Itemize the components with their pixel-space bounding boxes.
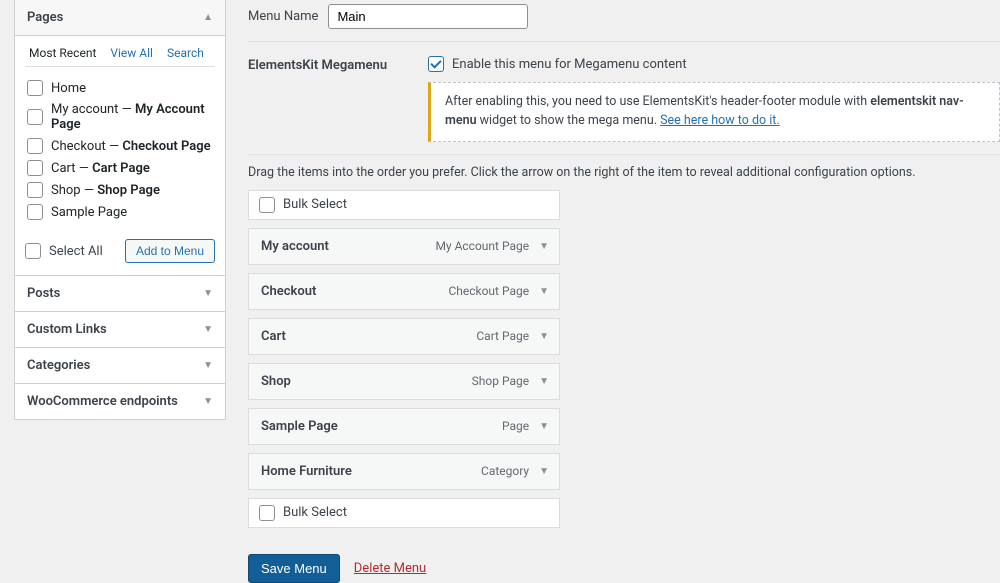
chevron-up-icon: ▲ bbox=[203, 12, 213, 23]
menu-item[interactable]: My account My Account Page ▼ bbox=[248, 228, 560, 265]
menu-item-type: Page bbox=[502, 419, 529, 433]
menu-item-title: Sample Page bbox=[261, 419, 338, 434]
menu-item-title: Cart bbox=[261, 329, 286, 344]
menu-item[interactable]: Home Furniture Category ▼ bbox=[248, 453, 560, 490]
add-to-menu-button[interactable]: Add to Menu bbox=[125, 239, 215, 263]
checkbox-checked-icon[interactable] bbox=[428, 56, 444, 72]
checkbox[interactable] bbox=[27, 204, 43, 220]
menu-name-label: Menu Name bbox=[248, 9, 318, 24]
list-item: Checkout — Checkout Page bbox=[25, 135, 215, 157]
megamenu-controls: Enable this menu for Megamenu content Af… bbox=[428, 56, 1000, 142]
menu-item[interactable]: Shop Shop Page ▼ bbox=[248, 363, 560, 400]
pages-footer: Select All Add to Menu bbox=[25, 239, 215, 263]
chevron-down-icon: ▼ bbox=[203, 288, 213, 299]
enable-megamenu[interactable]: Enable this menu for Megamenu content bbox=[428, 56, 1000, 72]
tab-search[interactable]: Search bbox=[167, 46, 204, 60]
checkbox[interactable] bbox=[27, 160, 43, 176]
panel-pages-title: Pages bbox=[27, 10, 63, 25]
panel-woocommerce-header[interactable]: WooCommerce endpoints ▼ bbox=[14, 383, 226, 420]
pages-tabs: Most Recent View All Search bbox=[25, 46, 215, 67]
menu-name-row: Menu Name bbox=[248, 0, 1000, 42]
menu-footer: Save Menu Delete Menu bbox=[248, 554, 1000, 583]
menu-item-type: Cart Page bbox=[476, 329, 529, 343]
menu-item-title: Checkout bbox=[261, 284, 316, 299]
menu-item-title: Home Furniture bbox=[261, 464, 352, 479]
menu-item-title: My account bbox=[261, 239, 329, 254]
menu-items-list: My account My Account Page ▼ Checkout Che… bbox=[248, 228, 1000, 490]
panel-categories-header[interactable]: Categories ▼ bbox=[14, 347, 226, 384]
chevron-down-icon[interactable]: ▼ bbox=[539, 466, 549, 477]
sidebar: Pages ▲ Most Recent View All Search Home… bbox=[14, 0, 226, 420]
list-item: Shop — Shop Page bbox=[25, 179, 215, 201]
notice-link[interactable]: See here how to do it. bbox=[660, 113, 780, 128]
checkbox[interactable] bbox=[27, 109, 43, 125]
menu-item-title: Shop bbox=[261, 374, 291, 389]
chevron-down-icon[interactable]: ▼ bbox=[539, 421, 549, 432]
menu-name-input[interactable] bbox=[328, 4, 528, 29]
pages-checklist: Home My account — My Account Page Checko… bbox=[25, 75, 215, 229]
list-item: Home bbox=[25, 77, 215, 99]
menu-item-type: Shop Page bbox=[472, 374, 529, 388]
chevron-down-icon: ▼ bbox=[203, 324, 213, 335]
megamenu-section: ElementsKit Megamenu Enable this menu fo… bbox=[248, 42, 1000, 155]
panel-pages-header[interactable]: Pages ▲ bbox=[14, 0, 226, 36]
select-all[interactable]: Select All bbox=[25, 243, 103, 259]
chevron-down-icon[interactable]: ▼ bbox=[539, 241, 549, 252]
tab-most-recent[interactable]: Most Recent bbox=[29, 46, 96, 60]
menu-item[interactable]: Sample Page Page ▼ bbox=[248, 408, 560, 445]
chevron-down-icon[interactable]: ▼ bbox=[539, 331, 549, 342]
panel-woocommerce-title: WooCommerce endpoints bbox=[27, 394, 178, 409]
list-item: My account — My Account Page bbox=[25, 99, 215, 135]
panel-posts-title: Posts bbox=[27, 286, 60, 301]
main-panel: Menu Name ElementsKit Megamenu Enable th… bbox=[248, 0, 1000, 513]
list-item: Cart — Cart Page bbox=[25, 157, 215, 179]
checkbox[interactable] bbox=[25, 243, 41, 259]
panel-custom-links-header[interactable]: Custom Links ▼ bbox=[14, 311, 226, 348]
chevron-down-icon: ▼ bbox=[203, 396, 213, 407]
menu-item[interactable]: Cart Cart Page ▼ bbox=[248, 318, 560, 355]
checkbox[interactable] bbox=[259, 197, 275, 213]
drag-help-text: Drag the items into the order you prefer… bbox=[248, 155, 1000, 190]
chevron-down-icon[interactable]: ▼ bbox=[539, 286, 549, 297]
menu-item[interactable]: Checkout Checkout Page ▼ bbox=[248, 273, 560, 310]
menu-item-type: My Account Page bbox=[435, 239, 529, 253]
checkbox[interactable] bbox=[27, 182, 43, 198]
panel-custom-links-title: Custom Links bbox=[27, 322, 107, 337]
bulk-select-top[interactable]: Bulk Select bbox=[248, 190, 560, 220]
chevron-down-icon: ▼ bbox=[203, 360, 213, 371]
save-menu-button[interactable]: Save Menu bbox=[248, 554, 340, 583]
list-item: Sample Page bbox=[25, 201, 215, 223]
menu-item-type: Checkout Page bbox=[448, 284, 529, 298]
menu-item-type: Category bbox=[481, 464, 529, 478]
checkbox[interactable] bbox=[27, 80, 43, 96]
panel-posts-header[interactable]: Posts ▼ bbox=[14, 275, 226, 312]
checkbox[interactable] bbox=[27, 138, 43, 154]
delete-menu-link[interactable]: Delete Menu bbox=[354, 561, 426, 576]
panel-pages-body: Most Recent View All Search Home My acco… bbox=[14, 36, 226, 276]
notice: After enabling this, you need to use Ele… bbox=[428, 82, 1000, 142]
megamenu-heading: ElementsKit Megamenu bbox=[248, 56, 388, 73]
chevron-down-icon[interactable]: ▼ bbox=[539, 376, 549, 387]
tab-view-all[interactable]: View All bbox=[110, 46, 153, 60]
panel-categories-title: Categories bbox=[27, 358, 90, 373]
